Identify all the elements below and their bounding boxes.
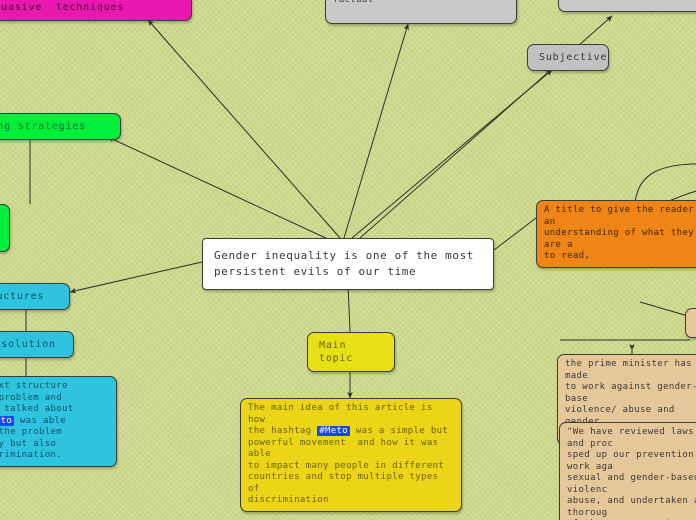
node-right-edge-small[interactable] bbox=[685, 308, 696, 338]
node-text: and solution bbox=[1, 339, 56, 350]
node-information-factual[interactable]: information in the artical is factual bbox=[325, 0, 517, 24]
edge-center-to-reading bbox=[107, 136, 331, 241]
edge-center-to-main-topic bbox=[344, 277, 351, 333]
node-text: Persuasive techniques bbox=[0, 2, 125, 13]
node-text: A title to give the reader an understand… bbox=[544, 205, 694, 261]
edge-center-to-structures bbox=[69, 261, 203, 294]
node-reading-strategies[interactable]: eading strategies bbox=[0, 113, 121, 140]
node-problem-and-solution[interactable]: and solution bbox=[0, 331, 74, 358]
node-text: Gender inequality is one of the most per… bbox=[214, 249, 475, 278]
edge-right-small-node bbox=[639, 301, 689, 317]
node-main-idea[interactable]: The main idea of this article is how the… bbox=[240, 398, 462, 512]
node-text: was a simple but powerful movement and h… bbox=[248, 426, 449, 505]
highlighted-text: #Meto bbox=[317, 426, 351, 436]
highlighted-text: #Meto bbox=[0, 415, 15, 426]
node-text: Main topic bbox=[319, 340, 354, 364]
node-title-understanding[interactable]: A title to give the reader an understand… bbox=[536, 200, 696, 268]
node-reviewed-laws-quote[interactable]: "We have reviewed laws and proc sped up … bbox=[559, 422, 696, 520]
node-text: is the prime minister of Ic bbox=[566, 0, 696, 3]
node-text: Subjective bbox=[539, 52, 608, 63]
mind-map-canvas[interactable]: Persuasive techniques information in the … bbox=[0, 0, 696, 520]
node-main-topic[interactable]: Main topic bbox=[307, 332, 395, 372]
node-persuasive-techniques[interactable]: Persuasive techniques bbox=[0, 0, 192, 21]
node-text-structures[interactable]: structures bbox=[0, 283, 70, 310]
edge-center-to-information bbox=[343, 23, 409, 239]
node-text-structure-analysis[interactable]: the Text structure le is problem and use… bbox=[0, 376, 117, 467]
node-text: eading strategies bbox=[0, 121, 86, 132]
node-subjective[interactable]: Subjective bbox=[527, 44, 609, 71]
edge-center-to-title bbox=[487, 217, 537, 256]
node-text: structures bbox=[0, 291, 45, 302]
node-central-thesis[interactable]: Gender inequality is one of the most per… bbox=[202, 238, 494, 290]
node-green-blank-left[interactable] bbox=[0, 204, 10, 252]
node-text: information in the artical is factual bbox=[333, 0, 500, 5]
edge-center-to-persuasive bbox=[147, 19, 341, 239]
edge-center-to-subjective bbox=[351, 69, 553, 239]
node-prime-minister-iceland[interactable]: is the prime minister of Ic bbox=[558, 0, 696, 12]
node-text: "We have reviewed laws and proc sped up … bbox=[567, 427, 696, 520]
